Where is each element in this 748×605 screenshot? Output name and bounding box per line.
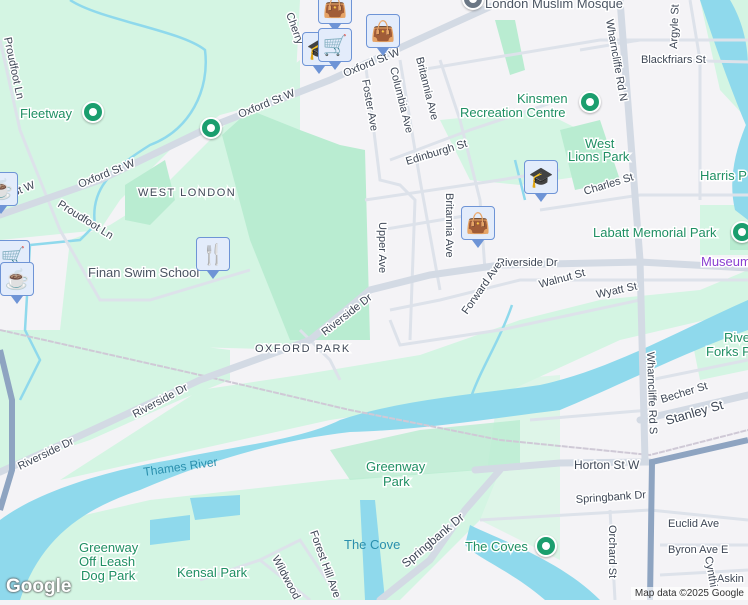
street-label: Blackfriars St [641,54,706,66]
map-base: WEST LONDON OXFORD PARK Oxford St W Oxfo… [0,0,748,604]
street-label: Euclid Ave [668,518,719,530]
street-label: Upper Ave [376,222,388,273]
street-label: Columbia Ave [387,66,415,135]
marker-glyph: 🛒 [322,34,348,57]
marker-glyph: 🎓 [528,166,554,189]
street-label: Askin [717,573,744,585]
labatt-park-pin-icon[interactable] [731,221,748,243]
street-label: Horton St W [574,458,640,472]
place-label-dog-park[interactable]: Dog Park [80,567,138,585]
place-label-kensal-park[interactable]: Kensal Park [176,564,250,582]
place-label-kinsmen[interactable]: Kinsmen [516,90,570,108]
street-label: Orchard St [606,525,618,578]
map-canvas[interactable]: WEST LONDON OXFORD PARK Oxford St W Oxfo… [0,0,748,604]
coffee-icon[interactable]: ☕ [0,262,34,304]
coffee-icon[interactable]: ☕ [0,172,18,214]
map-attribution[interactable]: Map data ©2025 Google [630,587,748,600]
marker-glyph: 👜 [322,0,348,19]
marker-glyph: ☕ [0,178,14,201]
shopping-bag-icon[interactable]: 👜 [366,14,400,56]
marker-glyph: 🍴 [200,243,226,266]
street-label: Cynthi [702,555,719,588]
street-label: Walnut St [538,267,587,291]
the-coves-tree-icon[interactable] [535,535,557,557]
street-label: Byron Ave E [668,544,728,556]
area-label-oxford-park: OXFORD PARK [255,343,351,355]
place-label-dog-park[interactable]: Off Leash [78,553,137,571]
street-label: Springbank Dr [575,489,646,506]
place-label-river-forks[interactable]: Forks P [705,343,748,361]
fleetway-pin-icon[interactable] [82,101,104,123]
place-label-west-lions-park[interactable]: Lions Park [567,148,632,166]
shopping-cart-icon[interactable]: 🛒 [318,28,352,70]
marker-glyph: 👜 [465,212,491,235]
street-label: Argyle St [668,4,682,49]
place-label-greenway-park[interactable]: Greenway [365,458,428,476]
kinsmen-pin-icon[interactable] [579,91,601,113]
graduation-cap-icon[interactable]: 🎓 [524,160,558,202]
place-label-fleetway[interactable]: Fleetway [19,105,75,123]
area-label-west-london: WEST LONDON [138,187,236,199]
place-label-kinsmen[interactable]: Recreation Centre [459,104,568,122]
marker-glyph: 👜 [370,20,396,43]
place-label-the-coves[interactable]: The Coves [464,538,530,556]
street-label: Riverside Dr [497,257,558,269]
place-label-greenway-park[interactable]: Park [382,473,412,491]
restaurant-icon[interactable]: 🍴 [196,237,230,279]
place-label-harris-park[interactable]: Harris P [699,167,748,185]
place-label-finan-swim-school[interactable]: Finan Swim School [87,264,201,282]
street-label: Britannia Ave [413,56,440,122]
place-label-museum[interactable]: Museum [700,253,748,271]
place-label-river-forks[interactable]: River [723,329,748,347]
street-label: Foster Ave [359,78,380,132]
google-logo: Google [6,576,72,597]
place-pin-icon[interactable] [200,117,222,139]
marker-glyph: ☕ [4,268,30,291]
shopping-bag-icon[interactable]: 👜 [461,206,495,248]
place-label-labatt-park[interactable]: Labatt Memorial Park [592,224,719,242]
shopping-bag-icon[interactable]: 👜 [318,0,352,32]
place-label-mosque[interactable]: London Muslim Mosque [484,0,625,13]
street-label: Britannia Ave [443,193,455,258]
place-label-the-cove[interactable]: The Cove [344,537,400,552]
place-label-dog-park[interactable]: Greenway [78,539,141,557]
